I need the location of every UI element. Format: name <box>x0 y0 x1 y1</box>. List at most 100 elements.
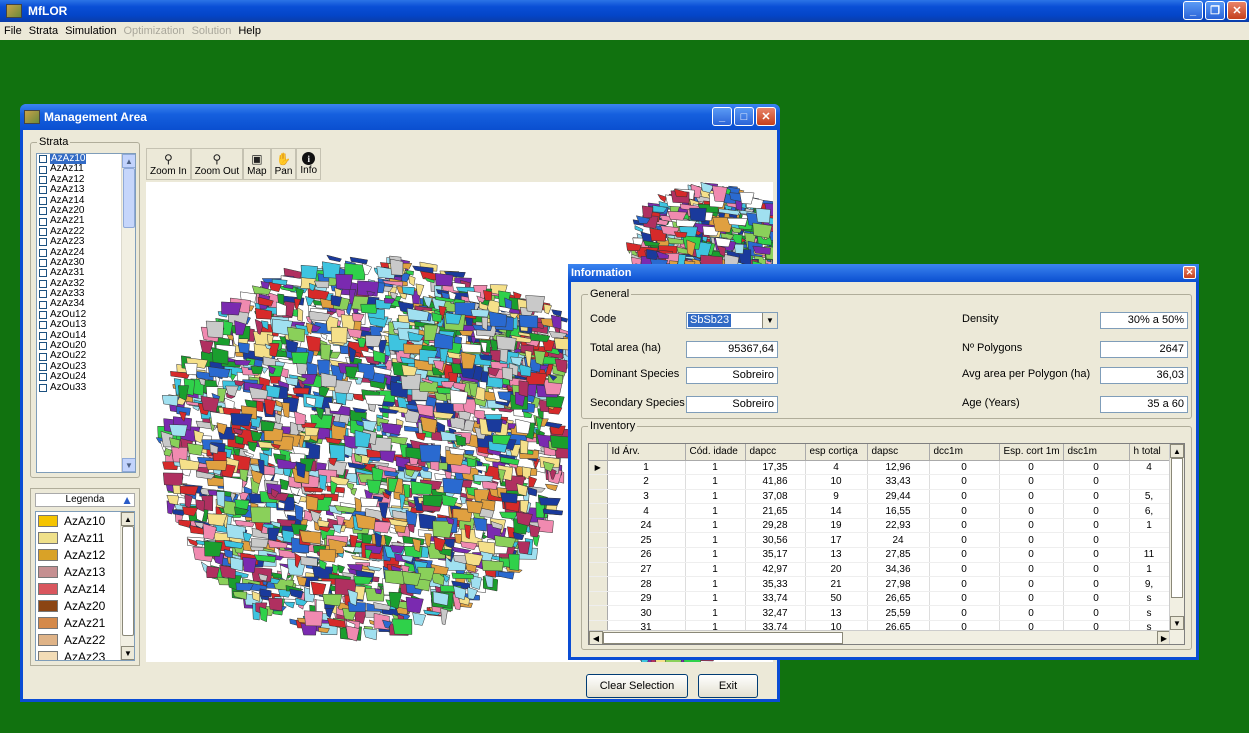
checkbox[interactable] <box>39 248 47 257</box>
row-selector[interactable] <box>589 474 608 490</box>
map-polygon[interactable] <box>319 548 337 563</box>
close-button[interactable]: ✕ <box>756 107 776 126</box>
map-polygon[interactable] <box>161 395 179 407</box>
table-row[interactable]: ▶ 1 1 17,35 4 12,96 0 0 0 4 <box>589 460 1170 476</box>
column-header[interactable]: dapcc <box>745 444 806 461</box>
table-cell[interactable]: 0 <box>999 591 1064 607</box>
table-cell[interactable]: 30 <box>607 605 686 622</box>
checkbox[interactable] <box>39 227 47 236</box>
table-cell[interactable]: 27,98 <box>867 576 930 592</box>
maximize-button[interactable]: □ <box>734 107 754 126</box>
table-row[interactable]: 30 1 32,47 13 25,59 0 0 0 s <box>589 605 1170 622</box>
map-polygon[interactable] <box>449 389 469 405</box>
table-cell[interactable]: 0 <box>1063 576 1130 592</box>
map-polygon[interactable] <box>481 559 504 572</box>
scroll-up-arrow-icon[interactable]: ▲ <box>121 512 134 526</box>
table-cell[interactable]: 17 <box>805 532 868 549</box>
checkbox[interactable] <box>39 311 47 320</box>
checkbox[interactable] <box>39 217 47 226</box>
table-row[interactable]: 26 1 35,17 13 27,85 0 0 0 11 <box>589 547 1170 563</box>
map-polygon[interactable] <box>657 193 667 203</box>
table-cell[interactable]: 10 <box>805 474 868 490</box>
map-polygon[interactable] <box>259 588 272 598</box>
map-polygon[interactable] <box>292 387 310 395</box>
table-cell[interactable]: 1 <box>685 503 746 519</box>
table-cell[interactable]: 32,47 <box>745 605 806 622</box>
table-cell[interactable]: 24 <box>867 532 930 549</box>
map-polygon[interactable] <box>379 450 396 463</box>
table-cell[interactable]: 0 <box>929 532 1000 549</box>
map-polygon[interactable] <box>528 476 538 488</box>
table-cell[interactable]: 17,35 <box>745 460 806 476</box>
row-selector[interactable] <box>589 503 608 519</box>
table-cell[interactable]: 0 <box>929 576 1000 592</box>
map-polygon[interactable] <box>300 556 318 567</box>
checkbox[interactable] <box>39 331 47 340</box>
checkbox[interactable] <box>39 352 47 361</box>
map-polygon[interactable] <box>268 597 283 612</box>
map-polygon[interactable] <box>205 460 228 471</box>
checkbox[interactable] <box>39 238 47 247</box>
table-cell[interactable]: 0 <box>929 547 1000 563</box>
scroll-left-arrow-icon[interactable]: ◀ <box>589 631 603 644</box>
map-polygon[interactable] <box>305 495 319 511</box>
table-cell[interactable]: 0 <box>929 591 1000 607</box>
map-polygon[interactable] <box>422 494 444 508</box>
table-cell[interactable]: 12,96 <box>867 460 930 476</box>
map-polygon[interactable] <box>497 571 515 580</box>
map-polygon[interactable] <box>247 441 258 453</box>
map-polygon[interactable] <box>359 497 379 507</box>
strata-scrollbar[interactable]: ▲ ▼ <box>121 154 135 472</box>
map-polygon[interactable] <box>551 309 563 317</box>
table-cell[interactable]: 50 <box>805 591 868 607</box>
table-cell[interactable]: 2 <box>607 474 686 490</box>
menu-item-strata[interactable]: Strata <box>29 25 58 37</box>
map-polygon[interactable] <box>470 309 490 318</box>
table-cell[interactable]: 0 <box>929 605 1000 622</box>
zoom-out-button[interactable]: ⚲ Zoom Out <box>190 148 244 180</box>
menu-item-help[interactable]: Help <box>238 25 261 37</box>
pan-button[interactable]: ✋ Pan <box>270 148 297 180</box>
column-header[interactable]: h total <box>1129 444 1170 461</box>
map-polygon[interactable] <box>518 314 538 329</box>
table-cell[interactable]: 1 <box>685 562 746 578</box>
map-polygon[interactable] <box>440 607 448 625</box>
table-cell[interactable]: 6, <box>1129 503 1170 519</box>
map-polygon[interactable] <box>515 418 531 434</box>
restore-button[interactable]: ❐ <box>1205 1 1225 20</box>
map-polygon[interactable] <box>466 500 484 514</box>
table-cell[interactable]: 21 <box>805 576 868 592</box>
table-cell[interactable]: 0 <box>929 503 1000 519</box>
map-polygon[interactable] <box>384 534 393 547</box>
minimize-button[interactable]: _ <box>1183 1 1203 20</box>
map-polygon[interactable] <box>250 538 269 548</box>
map-polygon[interactable] <box>419 444 442 463</box>
map-polygon[interactable] <box>250 366 264 375</box>
table-cell[interactable]: 4 <box>805 460 868 476</box>
column-header[interactable]: Cód. idade <box>685 444 746 461</box>
checkbox[interactable] <box>39 207 47 216</box>
map-polygon[interactable] <box>501 367 514 381</box>
map-polygon[interactable] <box>326 254 342 263</box>
table-cell[interactable]: 21,65 <box>745 503 806 519</box>
table-cell[interactable]: 27,85 <box>867 547 930 563</box>
table-row[interactable]: 2 1 41,86 10 33,43 0 0 0 <box>589 474 1170 490</box>
table-cell[interactable]: 0 <box>1063 503 1130 519</box>
table-cell[interactable]: 1 <box>685 460 746 476</box>
table-cell[interactable]: 42,97 <box>745 562 806 578</box>
table-cell[interactable]: 3 <box>607 489 686 505</box>
table-cell[interactable]: 0 <box>999 547 1064 563</box>
map-polygon[interactable] <box>434 273 454 287</box>
table-cell[interactable]: 0 <box>999 605 1064 622</box>
map-polygon[interactable] <box>299 530 321 545</box>
table-cell[interactable]: 1 <box>685 591 746 607</box>
table-cell[interactable]: 20 <box>805 562 868 578</box>
table-cell[interactable]: 34,36 <box>867 562 930 578</box>
map-polygon[interactable] <box>415 432 427 441</box>
table-cell[interactable]: 1 <box>685 518 746 534</box>
map-polygon[interactable] <box>461 343 482 353</box>
row-selector[interactable]: ▶ <box>589 460 608 476</box>
map-polygon[interactable] <box>200 395 220 413</box>
map-polygon[interactable] <box>303 610 324 627</box>
table-cell[interactable]: 0 <box>1063 474 1130 490</box>
